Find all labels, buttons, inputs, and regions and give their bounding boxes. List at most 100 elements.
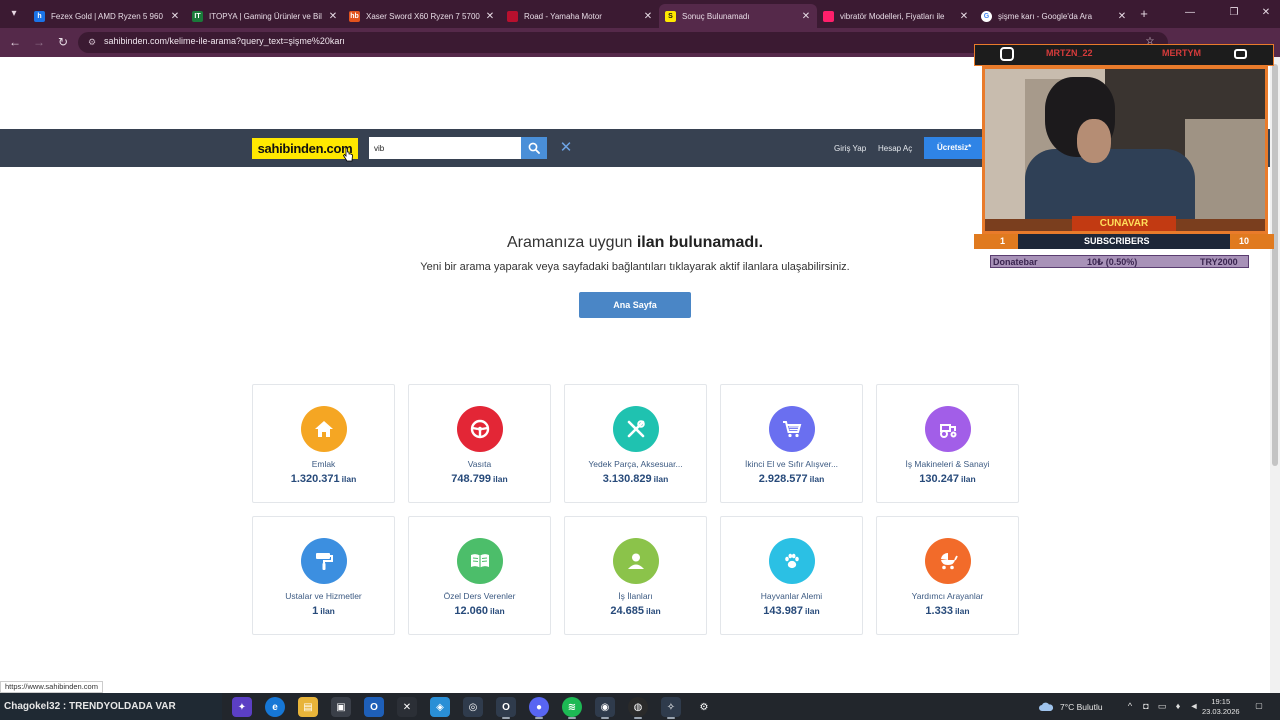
paint-roller-icon: [316, 553, 333, 570]
obs-icon[interactable]: ◍: [628, 697, 648, 719]
category-count-unit: ilan: [490, 606, 505, 616]
stream-youtube-name: MERTYM: [1162, 48, 1201, 58]
category-name[interactable]: Yardımcı Arayanlar: [881, 591, 1014, 601]
tab-close-icon[interactable]: ✕: [799, 11, 813, 22]
home-button[interactable]: Ana Sayfa: [579, 292, 691, 318]
tray-camera-icon[interactable]: ◘: [1140, 700, 1152, 712]
category-name[interactable]: İş Makineleri & Sanayi: [881, 459, 1014, 469]
browser-tab[interactable]: Road - Yamaha Motor ✕: [501, 4, 659, 28]
browser-tab[interactable]: h Fezex Gold | AMD Ryzen 5 960 ✕: [28, 4, 186, 28]
tab-close-icon[interactable]: ✕: [483, 11, 497, 22]
clear-search-icon[interactable]: ✕: [558, 140, 574, 156]
tab-close-icon[interactable]: ✕: [957, 11, 971, 22]
maximize-icon[interactable]: ❐: [1224, 5, 1244, 21]
search-input[interactable]: [369, 137, 521, 159]
category-card[interactable]: Ustalar ve Hizmetler 1 ilan: [252, 516, 395, 635]
back-icon[interactable]: ←: [7, 34, 23, 50]
tab-title: Sonuç Bulunamadı: [682, 11, 750, 21]
house-icon: [315, 421, 333, 437]
cloud-icon: [1039, 702, 1054, 711]
copilot-icon[interactable]: ✦: [232, 697, 252, 717]
forward-icon[interactable]: →: [31, 34, 47, 50]
category-name[interactable]: Yedek Parça, Aksesuar...: [569, 459, 702, 469]
donate-bar: Donatebar 10₺ (0.50%) TRY2000: [990, 255, 1249, 268]
clock[interactable]: 19:15 23.03.2026: [1202, 697, 1240, 717]
category-card[interactable]: İş İlanları 24.685 ilan: [564, 516, 707, 635]
category-card[interactable]: İş Makineleri & Sanayi 130.247 ilan: [876, 384, 1019, 503]
category-icon-circle: [301, 406, 347, 452]
tab-search-icon[interactable]: ▾: [5, 5, 23, 23]
tab-close-icon[interactable]: ✕: [326, 11, 340, 22]
category-name[interactable]: Ustalar ve Hizmetler: [257, 591, 390, 601]
store-icon[interactable]: ▣: [331, 697, 351, 717]
search-button[interactable]: [521, 137, 547, 159]
stream-instagram-name: MRTZN_22: [1046, 48, 1093, 58]
site-info-icon[interactable]: ⚙: [86, 36, 98, 48]
free-listing-button[interactable]: Ücretsiz*: [924, 137, 984, 159]
subscriber-current: 1: [974, 234, 1018, 249]
login-link[interactable]: Giriş Yap: [834, 144, 866, 153]
browser-tab[interactable]: S Sonuç Bulunamadı ✕: [659, 4, 817, 28]
steam-icon[interactable]: ◎: [463, 697, 483, 717]
category-name[interactable]: İş İlanları: [569, 591, 702, 601]
category-card[interactable]: Özel Ders Verenler 12.060 ilan: [408, 516, 551, 635]
browser-tab[interactable]: hb Xaser Sword X60 Ryzen 7 5700 ✕: [343, 4, 501, 28]
reload-icon[interactable]: ↻: [55, 34, 71, 50]
category-count-unit: ilan: [809, 474, 825, 484]
category-icon-circle: [925, 406, 971, 452]
chrome-icon[interactable]: ◉: [595, 697, 615, 719]
new-tab-button[interactable]: +: [1136, 6, 1152, 22]
file-explorer-icon[interactable]: ▤: [298, 697, 318, 717]
address-text[interactable]: sahibinden.com/kelime-ile-arama?query_te…: [104, 36, 345, 46]
tab-title: vibratör Modelleri, Fiyatları ile: [840, 11, 945, 21]
network-icon[interactable]: ▭: [1156, 700, 1168, 712]
tab-close-icon[interactable]: ✕: [641, 11, 655, 22]
tab-title: ITOPYA | Gaming Ürünler ve Bil: [209, 11, 322, 21]
close-window-icon[interactable]: ✕: [1256, 5, 1276, 21]
edge-icon[interactable]: e: [265, 697, 285, 717]
streamlabs-icon[interactable]: ✧: [661, 697, 681, 719]
browser-tab[interactable]: IT ITOPYA | Gaming Ürünler ve Bil ✕: [186, 4, 344, 28]
category-name[interactable]: Vasıta: [413, 459, 546, 469]
tray-chevron-icon[interactable]: ^: [1124, 700, 1136, 712]
weather-text[interactable]: 7°C Bulutlu: [1060, 702, 1103, 712]
tab-favicon-icon: [823, 10, 834, 22]
category-card[interactable]: Hayvanlar Alemi 143.987 ilan: [720, 516, 863, 635]
discord-icon[interactable]: ●: [529, 697, 549, 719]
minimize-icon[interactable]: —: [1180, 5, 1200, 21]
paw-icon: [785, 553, 799, 569]
opera-gx-icon[interactable]: O: [496, 697, 516, 719]
spotify-icon[interactable]: ≋: [562, 697, 582, 719]
category-card[interactable]: Yardımcı Arayanlar 1.333 ilan: [876, 516, 1019, 635]
category-name[interactable]: Hayvanlar Alemi: [725, 591, 858, 601]
category-name[interactable]: İkinci El ve Sıfır Alışver...: [725, 459, 858, 469]
browser-tab[interactable]: Gşişme karı - Google'da Ara ✕: [975, 4, 1133, 28]
category-card[interactable]: Emlak 1.320.371 ilan: [252, 384, 395, 503]
category-name[interactable]: Emlak: [257, 459, 390, 469]
search-icon: [528, 142, 540, 154]
page-scrollbar-thumb[interactable]: [1272, 64, 1278, 466]
category-count: 12.060: [454, 605, 488, 617]
browser-tab[interactable]: vibratör Modelleri, Fiyatları ile ✕: [817, 4, 975, 28]
photos-icon[interactable]: ◈: [430, 697, 450, 717]
clock-time: 19:15: [1211, 697, 1231, 706]
category-card[interactable]: Vasıta 748.799 ilan: [408, 384, 551, 503]
category-icon-circle: [613, 538, 659, 584]
tab-close-icon[interactable]: ✕: [168, 11, 182, 22]
volume-icon[interactable]: ◄: [1188, 700, 1200, 712]
category-card[interactable]: İkinci El ve Sıfır Alışver... 2.928.577 il…: [720, 384, 863, 503]
category-count-line: 3.130.829 ilan: [565, 473, 706, 485]
notification-icon[interactable]: ▢: [1252, 701, 1266, 713]
outlook-icon[interactable]: O: [364, 697, 384, 717]
tab-title: Fezex Gold | AMD Ryzen 5 960: [51, 11, 163, 21]
category-count: 2.928.577: [758, 473, 808, 485]
microphone-icon[interactable]: ♦: [1172, 700, 1184, 712]
chat-ticker: Chagokel32 : TRENDYOLDADA VAR: [0, 693, 222, 720]
tab-close-icon[interactable]: ✕: [1115, 11, 1129, 22]
category-card[interactable]: Yedek Parça, Aksesuar... 3.130.829 ilan: [564, 384, 707, 503]
register-link[interactable]: Hesap Aç: [878, 144, 912, 153]
settings-gear-icon[interactable]: ⚙: [694, 697, 714, 717]
category-name[interactable]: Özel Ders Verenler: [413, 591, 546, 601]
xbox-icon[interactable]: ✕: [397, 697, 417, 717]
category-icon-circle: [769, 538, 815, 584]
